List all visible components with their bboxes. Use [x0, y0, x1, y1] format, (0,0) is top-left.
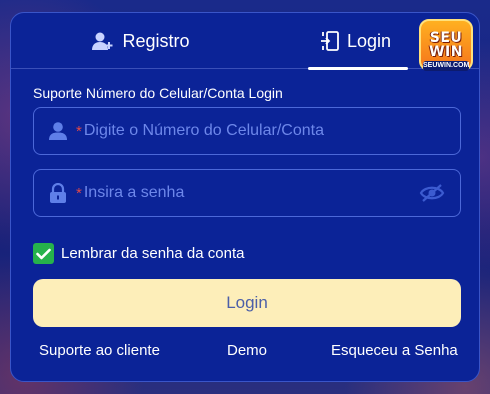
- password-input[interactable]: [83, 184, 418, 202]
- eye-off-icon[interactable]: [418, 183, 446, 203]
- remember-password-toggle[interactable]: Lembrar da senha da conta: [33, 243, 244, 264]
- tab-login[interactable]: Login: [306, 13, 408, 70]
- password-input-box[interactable]: *: [33, 169, 461, 217]
- tab-registro[interactable]: Registro: [41, 13, 241, 69]
- phone-input-box[interactable]: *: [33, 107, 461, 155]
- remember-checkbox[interactable]: [33, 243, 54, 264]
- required-mark: *: [76, 184, 82, 202]
- customer-support-link[interactable]: Suporte ao cliente: [39, 342, 160, 359]
- phone-input[interactable]: [83, 122, 460, 140]
- user-add-icon: [92, 32, 113, 50]
- login-button[interactable]: Login: [33, 279, 461, 327]
- tab-bar: Registro Login: [11, 13, 479, 70]
- logo-line-2: WIN: [429, 44, 463, 60]
- tab-registro-label: Registro: [122, 30, 190, 51]
- login-door-icon: [320, 31, 339, 51]
- user-icon: [46, 121, 70, 141]
- support-label: Suporte Número do Celular/Conta Login: [33, 85, 283, 101]
- tab-login-label: Login: [346, 30, 392, 51]
- forgot-password-link[interactable]: Esqueceu a Senha: [331, 342, 458, 359]
- check-icon: [36, 248, 51, 259]
- seuwin-logo: SEU WIN SEUWIN.COM: [419, 19, 473, 71]
- login-modal: Registro Login SEU WIN SEUWIN.COM Suport…: [10, 12, 480, 382]
- logo-line-1: SEU: [429, 30, 463, 46]
- required-mark: *: [76, 122, 82, 140]
- demo-link[interactable]: Demo: [227, 342, 267, 359]
- logo-line-3: SEUWIN.COM: [423, 61, 470, 71]
- remember-label: Lembrar da senha da conta: [61, 245, 245, 262]
- lock-icon: [46, 183, 70, 203]
